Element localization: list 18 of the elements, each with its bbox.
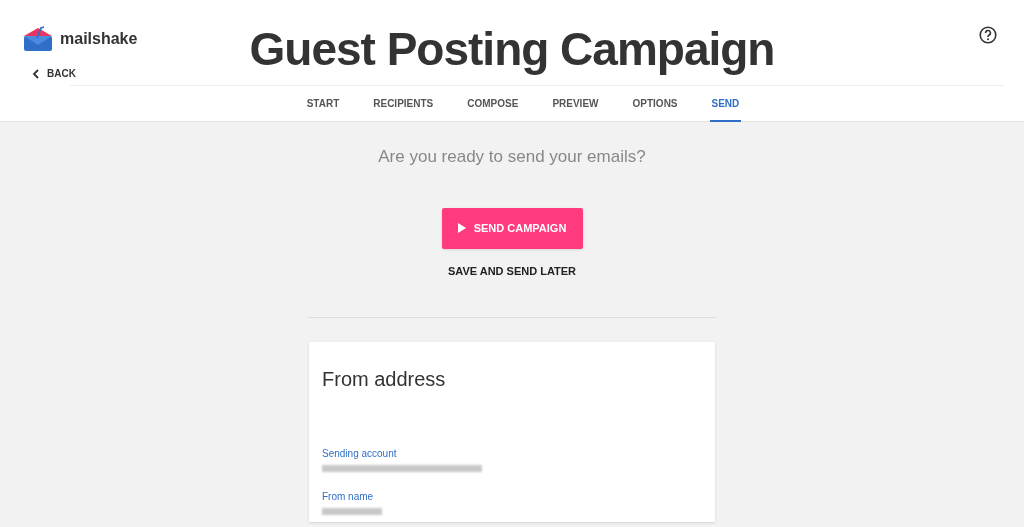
back-link[interactable]: BACK xyxy=(32,66,76,81)
play-icon xyxy=(457,223,466,233)
chevron-left-icon xyxy=(32,68,39,79)
help-icon[interactable] xyxy=(979,26,997,44)
page-title: Guest Posting Campaign xyxy=(249,22,775,76)
step-tab[interactable]: RECIPIENTS xyxy=(371,86,436,122)
step-tab[interactable]: PREVIEW xyxy=(550,86,601,122)
card-title: From address xyxy=(322,367,447,392)
brand-name: mailshake xyxy=(60,29,138,49)
send-prompt: Are you ready to send your emails? xyxy=(378,146,646,168)
field-label: Sending account xyxy=(322,447,398,461)
field-label: From name xyxy=(322,490,375,504)
step-tab[interactable]: COMPOSE xyxy=(465,86,521,122)
step-tab[interactable]: OPTIONS xyxy=(630,86,680,122)
save-later-button[interactable]: SAVE AND SEND LATER xyxy=(439,258,585,283)
step-tab[interactable]: START xyxy=(304,86,342,122)
step-tab[interactable]: SEND xyxy=(709,86,742,122)
logo-icon xyxy=(22,26,54,52)
